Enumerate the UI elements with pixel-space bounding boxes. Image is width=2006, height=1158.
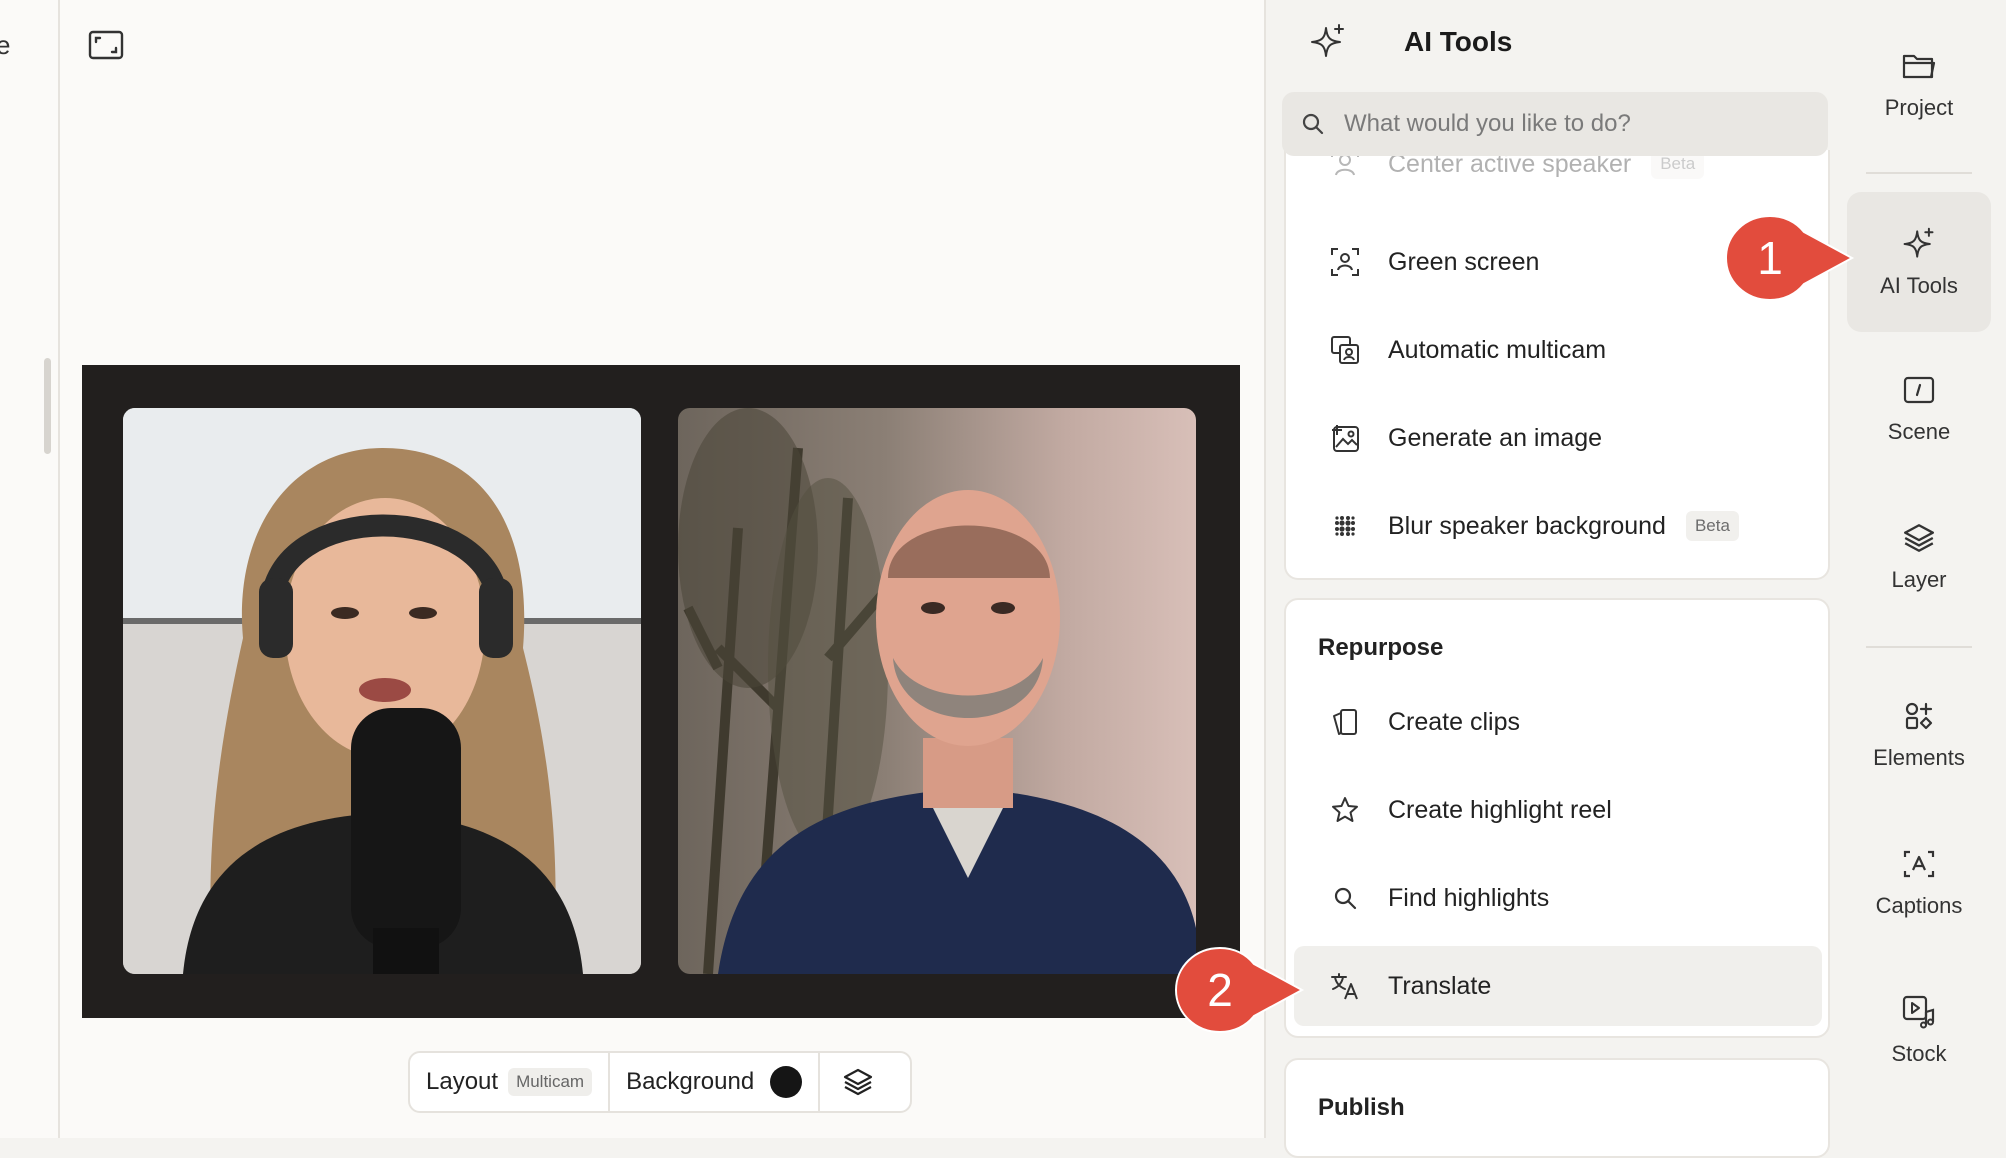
translate-icon: [1328, 969, 1362, 1003]
tool-create-clips[interactable]: Create clips: [1294, 682, 1822, 762]
background-selector[interactable]: Background: [610, 1053, 818, 1111]
repurpose-section: Repurpose Create clips Create highlight …: [1284, 598, 1830, 1038]
ai-tools-panel: AI Tools Center active speaker Beta Gree…: [1264, 0, 1842, 1158]
callout-number: 2: [1207, 964, 1233, 1016]
blur-icon: [1328, 509, 1362, 543]
nav-divider: [1866, 172, 1972, 174]
nav-label: Elements: [1873, 745, 1965, 770]
tool-label: Find highlights: [1388, 883, 1550, 912]
green-screen-icon: [1328, 245, 1362, 279]
search-icon: [1328, 881, 1362, 915]
search-input[interactable]: [1342, 109, 1816, 139]
layout-selector[interactable]: Layout Multicam: [410, 1053, 608, 1111]
tool-label: Automatic multicam: [1388, 335, 1607, 364]
tool-generate-image[interactable]: Generate an image: [1294, 398, 1822, 478]
nav-label: Stock: [1891, 1041, 1947, 1066]
layers-button[interactable]: [820, 1053, 896, 1111]
nav-label: Captions: [1875, 893, 1963, 918]
layout-toolbar: Layout Multicam Background: [408, 1051, 912, 1113]
left-strip: e: [0, 0, 60, 1138]
tool-blur-speaker-background[interactable]: Blur speaker background Beta: [1294, 486, 1822, 566]
tool-label: Generate an image: [1388, 423, 1603, 452]
multicam-icon: [1328, 333, 1362, 367]
stock-icon: [1900, 993, 1938, 1031]
nav-ai-tools[interactable]: AI Tools: [1847, 192, 1991, 332]
layers-icon: [1900, 519, 1938, 557]
clips-icon: [1328, 705, 1362, 739]
cut-off-label: e: [0, 30, 11, 60]
repurpose-heading: Repurpose: [1318, 634, 1444, 661]
captions-icon: [1900, 845, 1938, 883]
elements-icon: [1900, 697, 1938, 735]
callout-number: 1: [1757, 232, 1783, 284]
nav-label: Layer: [1891, 567, 1947, 592]
panel-title: AI Tools: [1404, 26, 1513, 57]
search-icon: [1302, 113, 1324, 135]
layout-label: Layout: [426, 1068, 499, 1095]
nav-captions[interactable]: Captions: [1847, 812, 1991, 952]
side-nav: Project AI Tools Scene Layer Elements Ca…: [1832, 0, 2006, 1138]
publish-heading: Publish: [1318, 1094, 1405, 1121]
nav-stock[interactable]: Stock: [1847, 960, 1991, 1100]
nav-elements[interactable]: Elements: [1847, 664, 1991, 804]
step-callout-2: 2: [1174, 944, 1305, 1036]
tool-label: Create clips: [1388, 707, 1520, 736]
nav-label: Project: [1884, 95, 1954, 120]
tool-translate[interactable]: Translate: [1294, 946, 1822, 1026]
camera-feed-right[interactable]: [678, 408, 1196, 974]
layout-value-badge: Multicam: [508, 1068, 593, 1096]
tool-automatic-multicam[interactable]: Automatic multicam: [1294, 310, 1822, 390]
sparkle-icon: [1900, 225, 1938, 263]
tool-find-highlights[interactable]: Find highlights: [1294, 858, 1822, 938]
nav-layer[interactable]: Layer: [1847, 486, 1991, 626]
background-label: Background: [626, 1068, 755, 1095]
beta-badge: Beta: [1685, 511, 1739, 541]
fullscreen-icon: [88, 30, 124, 60]
nav-project[interactable]: Project: [1847, 14, 1991, 154]
tool-label: Blur speaker background: [1388, 511, 1666, 540]
publish-section: Publish: [1284, 1058, 1830, 1158]
speaker-right-image: [678, 408, 1196, 974]
camera-feed-left[interactable]: [123, 408, 641, 974]
background-color-swatch: [770, 1066, 803, 1098]
tool-create-highlight-reel[interactable]: Create highlight reel: [1294, 770, 1822, 850]
video-preview[interactable]: [82, 365, 1240, 1018]
star-icon: [1328, 793, 1362, 827]
nav-divider: [1866, 646, 1972, 648]
speaker-left-image: [123, 408, 641, 974]
nav-label: Scene: [1887, 419, 1951, 444]
folder-icon: [1900, 47, 1938, 85]
scene-icon: [1900, 371, 1938, 409]
tool-label: Create highlight reel: [1388, 795, 1612, 824]
tool-center-active-speaker[interactable]: Center active speaker Beta: [1294, 150, 1822, 204]
fullscreen-button[interactable]: [86, 28, 126, 64]
tool-label: Translate: [1388, 971, 1492, 1000]
left-scrollbar[interactable]: [44, 358, 51, 454]
image-sparkle-icon: [1328, 421, 1362, 455]
step-callout-1: 1: [1724, 212, 1855, 304]
nav-label: AI Tools: [1880, 273, 1958, 298]
layers-icon: [844, 1068, 873, 1096]
sparkle-icon: [1308, 22, 1348, 62]
tool-label: Green screen: [1388, 247, 1540, 276]
nav-scene[interactable]: Scene: [1847, 338, 1991, 478]
tool-search-box[interactable]: [1282, 92, 1828, 156]
